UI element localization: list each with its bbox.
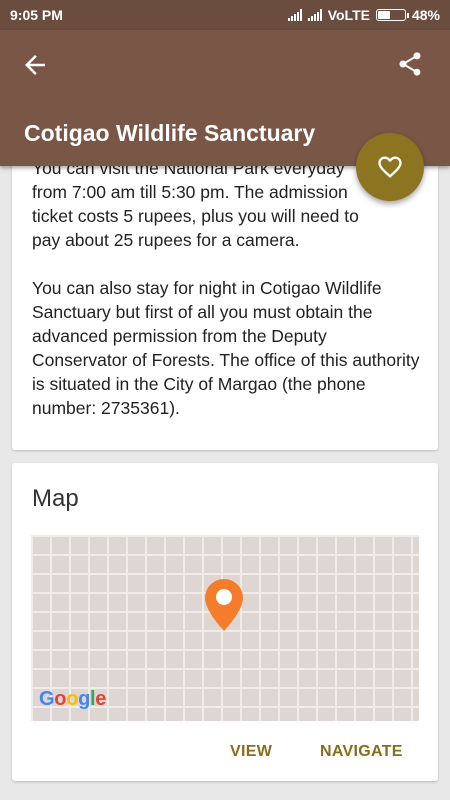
- view-button[interactable]: VIEW: [230, 743, 272, 761]
- signal-icon: [287, 9, 302, 21]
- back-button[interactable]: [20, 50, 50, 80]
- status-bar: 9:05 PM VoLTE 48%: [0, 0, 450, 30]
- network-type: VoLTE: [327, 7, 370, 23]
- map-view[interactable]: Google: [31, 535, 419, 721]
- battery-percent: 48%: [411, 7, 440, 23]
- map-section-title: Map: [32, 485, 79, 512]
- status-time: 9:05 PM: [10, 7, 63, 23]
- battery-icon: [375, 9, 409, 21]
- google-logo: Google: [39, 688, 107, 710]
- arrow-back-icon: [25, 55, 45, 75]
- share-icon: [399, 52, 421, 76]
- description-line: ticket costs 5 rupees, plus you will nee…: [32, 206, 359, 226]
- page-title: Cotigao Wildlife Sanctuary: [24, 120, 316, 146]
- heart-outline-icon: [378, 156, 402, 178]
- description-paragraph: You can also stay for night in Cotigao W…: [32, 278, 420, 418]
- signal-icon-2: [307, 9, 322, 21]
- favorite-button[interactable]: [356, 133, 424, 201]
- map-card: Map Google VIEW NAVIGATE: [12, 463, 438, 781]
- location-pin-icon: [205, 579, 243, 631]
- share-button[interactable]: [396, 50, 426, 80]
- navigate-button[interactable]: NAVIGATE: [320, 743, 403, 761]
- description-line: pay about 25 rupees for a camera.: [32, 230, 300, 250]
